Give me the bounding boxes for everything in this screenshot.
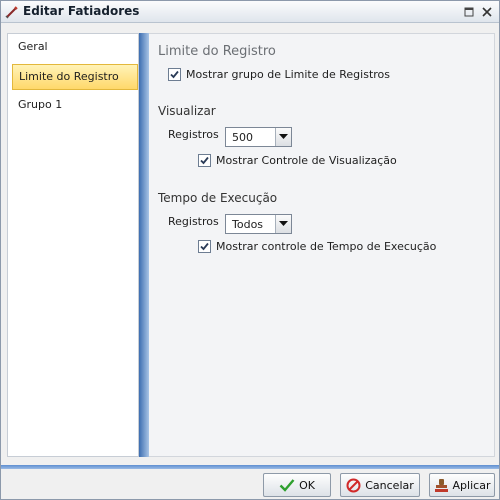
apply-label: Aplicar — [452, 478, 491, 492]
accent-bar — [139, 33, 149, 457]
visualizar-checkbox[interactable] — [198, 154, 211, 167]
sidebar-item-limite-do-registro[interactable]: Limite do Registro — [12, 64, 138, 90]
tempo-registros-label: Registros — [168, 215, 219, 228]
footer-divider — [1, 465, 499, 469]
visualizar-title: Visualizar — [158, 104, 216, 118]
checkmark-icon — [200, 242, 209, 251]
visualizar-checkbox-label: Mostrar Controle de Visualização — [216, 154, 397, 167]
limit-group-checkbox-label: Mostrar grupo de Limite de Registros — [186, 68, 390, 81]
sidebar: Geral Limite do Registro Grupo 1 — [7, 33, 139, 457]
tempo-checkbox-row[interactable]: Mostrar controle de Tempo de Execução — [198, 240, 436, 253]
dialog-window: Editar Fatiadores Geral Limite do Regist… — [0, 0, 500, 500]
ok-label: OK — [299, 478, 315, 492]
sidebar-item-geral[interactable]: Geral — [12, 34, 138, 60]
ok-button[interactable]: OK — [263, 473, 331, 497]
slicer-icon — [5, 5, 19, 19]
tempo-registros-select[interactable]: Todos — [225, 214, 292, 234]
chevron-down-icon[interactable] — [275, 128, 291, 146]
visualizar-checkbox-row[interactable]: Mostrar Controle de Visualização — [198, 154, 397, 167]
tempo-registros-value: Todos — [232, 218, 264, 231]
visualizar-registros-select[interactable]: 500 — [225, 127, 292, 147]
title-bar: Editar Fatiadores — [1, 1, 499, 23]
checkmark-icon — [170, 70, 179, 79]
content-panel: Limite do Registro Mostrar grupo de Limi… — [149, 33, 495, 457]
tempo-title: Tempo de Execução — [158, 191, 278, 205]
close-icon[interactable] — [481, 6, 493, 18]
window-title: Editar Fatiadores — [23, 4, 140, 18]
sidebar-item-label: Geral — [18, 40, 48, 53]
cancel-button[interactable]: Cancelar — [340, 473, 420, 497]
apply-button[interactable]: Aplicar — [429, 473, 495, 497]
chevron-down-icon[interactable] — [275, 215, 291, 233]
apply-stamp-icon — [434, 478, 448, 492]
sidebar-item-label: Limite do Registro — [19, 70, 119, 83]
tempo-checkbox-label: Mostrar controle de Tempo de Execução — [216, 240, 437, 253]
check-icon — [279, 479, 295, 492]
tempo-checkbox[interactable] — [198, 240, 211, 253]
cancel-icon — [346, 478, 361, 492]
checkmark-icon — [200, 156, 209, 165]
visualizar-registros-label: Registros — [168, 128, 219, 141]
visualizar-registros-value: 500 — [232, 131, 253, 144]
restore-icon[interactable] — [463, 6, 475, 18]
cancel-label: Cancelar — [365, 478, 414, 492]
limit-group-checkbox[interactable] — [168, 68, 181, 81]
limit-group-checkbox-row[interactable]: Mostrar grupo de Limite de Registros — [168, 68, 390, 81]
sidebar-item-grupo-1[interactable]: Grupo 1 — [12, 92, 138, 118]
sidebar-item-label: Grupo 1 — [18, 98, 63, 111]
section-header: Limite do Registro — [158, 44, 276, 59]
